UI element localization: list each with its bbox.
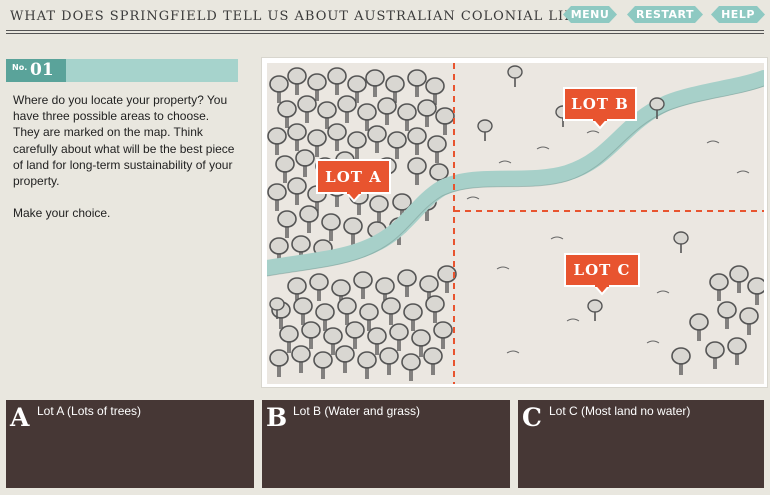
answer-c-card[interactable]: C Lot C (Most land no water) [518, 400, 764, 488]
question-number: 01 [30, 60, 54, 80]
lot-b-label: LOT B [571, 95, 629, 113]
answer-c-label: Lot C (Most land no water) [549, 404, 691, 418]
header-divider-lower [6, 33, 764, 34]
lot-c-label: LOT C [574, 261, 631, 279]
question-number-prefix: No. [12, 63, 28, 72]
answer-b-label: Lot B (Water and grass) [293, 404, 420, 418]
lot-a-label: LOT A [325, 168, 382, 186]
question-number-banner: No. 01 [6, 59, 238, 82]
answer-c-letter: C [522, 403, 542, 432]
page-title: WHAT DOES SPRINGFIELD TELL US ABOUT AUST… [10, 9, 593, 24]
app-header: WHAT DOES SPRINGFIELD TELL US ABOUT AUST… [0, 0, 770, 34]
map-illustration: LOT A LOT B LOT C [267, 63, 764, 384]
answer-a-label: Lot A (Lots of trees) [37, 404, 142, 418]
property-map: LOT A LOT B LOT C [261, 57, 768, 388]
answer-b-card[interactable]: B Lot B (Water and grass) [262, 400, 510, 488]
question-number-badge: No. 01 [6, 59, 66, 82]
help-button[interactable]: HELP [711, 6, 765, 23]
menu-button[interactable]: MENU [563, 6, 617, 23]
answer-a-card[interactable]: A Lot A (Lots of trees) [6, 400, 254, 488]
answer-a-letter: A [10, 403, 30, 432]
restart-button[interactable]: RESTART [627, 6, 703, 23]
answer-b-letter: B [266, 403, 288, 432]
question-text: Where do you locate your property? You h… [13, 93, 235, 221]
header-divider [6, 30, 764, 31]
